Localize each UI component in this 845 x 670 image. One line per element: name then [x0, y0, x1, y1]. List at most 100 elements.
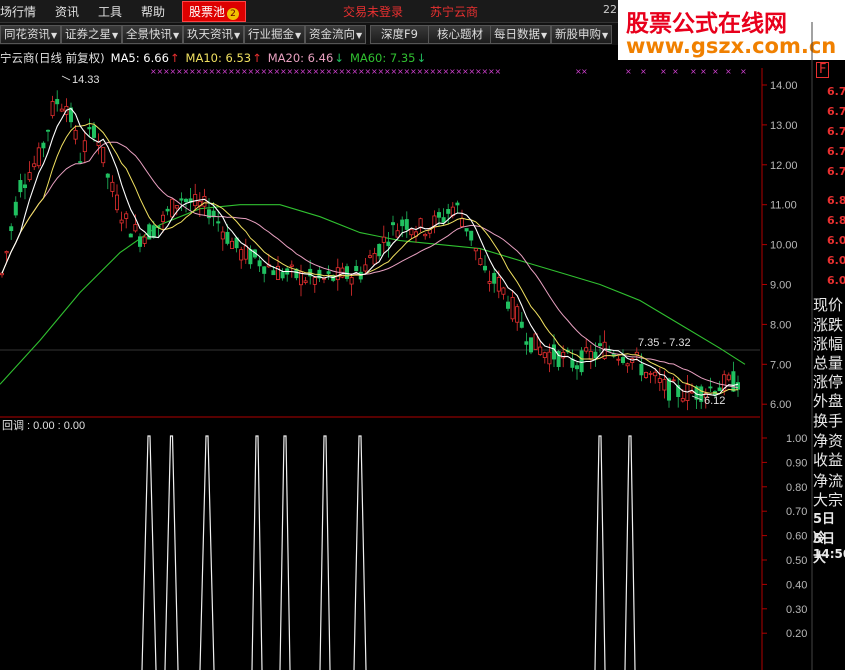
rp-label-net-asset: 净资: [813, 432, 844, 450]
rp-label-limit: 涨停: [813, 373, 844, 391]
rp-corner[interactable]: F: [816, 62, 830, 78]
price-tick-label: 9.00: [770, 280, 791, 292]
signal-marker: ×: [740, 67, 747, 76]
candle-body: [538, 346, 543, 355]
candle-body: [55, 98, 60, 105]
candle-body: [473, 248, 478, 252]
rp-price-3: 6.7: [827, 145, 845, 158]
indicator-tick-label: 0.80: [786, 482, 807, 494]
candle-body: [575, 365, 580, 370]
candle-body: [128, 233, 133, 238]
candle-body: [529, 337, 534, 353]
indicator-spikes: [141, 435, 636, 670]
price-tick-label: 7.00: [770, 359, 791, 371]
rp-price-7: 6.0: [827, 234, 845, 247]
candle-body: [625, 363, 630, 367]
candle-body: [731, 371, 736, 392]
chart-canvas[interactable]: × × × × × × × × × × × × × × × × × × × × × × × × × × × × × × × × × × × × × × × ×…: [0, 0, 845, 670]
candle-body: [0, 272, 4, 276]
candle-body: [248, 249, 253, 265]
candle-body: [280, 271, 285, 279]
candle-body: [367, 255, 372, 258]
ma10-path: [1, 122, 739, 395]
candle-body: [404, 219, 409, 230]
candle-body: [372, 252, 377, 265]
indicator-spike: [624, 435, 636, 670]
candle-body: [395, 230, 400, 238]
indicator-spike: [594, 435, 606, 670]
indicator-tick-label: 1.00: [786, 433, 807, 445]
candle-body: [482, 265, 487, 271]
candle-body: [464, 228, 469, 232]
rp-price-8: 6.0: [827, 254, 845, 267]
candle-body: [160, 214, 165, 222]
candle-body: [381, 236, 386, 243]
rp-label-now: 现价: [813, 296, 844, 314]
candle-body: [436, 212, 441, 218]
candle-body: [533, 333, 538, 350]
candle-body: [662, 379, 667, 391]
candles: [0, 90, 741, 411]
candle-body: [9, 226, 14, 231]
rp-price-5: 6.8: [827, 194, 845, 207]
candle-body: [78, 161, 83, 163]
indicator-spike: [164, 435, 179, 670]
candle-body: [363, 264, 368, 272]
candle-body: [648, 372, 653, 375]
candle-body: [653, 371, 658, 377]
candle-body: [289, 264, 294, 267]
candle-body: [119, 219, 124, 224]
candle-body: [303, 280, 308, 283]
candle-body: [496, 276, 501, 292]
candle-body: [400, 219, 405, 227]
candle-body: [18, 180, 23, 193]
signal-marker: ×: [660, 67, 667, 76]
candle-body: [418, 218, 423, 229]
rp-label-netflow: 净流: [813, 472, 844, 490]
signal-marker: ×: [495, 67, 502, 76]
price-tick-label: 13.00: [770, 120, 798, 132]
price-tick-label: 11.00: [770, 200, 797, 212]
signal-marker: ×: [690, 67, 697, 76]
rp-label-outer: 外盘: [813, 392, 844, 410]
candle-body: [478, 258, 483, 266]
candle-body: [492, 272, 497, 284]
ma10-line: [1, 122, 739, 395]
candle-body: [229, 240, 234, 249]
candle-body: [524, 341, 529, 345]
candle-body: [639, 363, 644, 376]
band-annotation: 7.35 - 7.32: [638, 337, 691, 349]
indicator-label: 回调 : 0.00 : 0.00: [2, 419, 85, 432]
candle-body: [390, 222, 395, 226]
candle-body: [110, 181, 115, 192]
candle-body: [469, 230, 474, 241]
indicator-tick-label: 0.20: [786, 628, 807, 640]
candle-body: [243, 245, 248, 260]
rp-price-9: 6.0: [827, 274, 845, 287]
candle-body: [680, 398, 685, 402]
candle-body: [335, 267, 340, 281]
rp-price-1: 6.7: [827, 105, 845, 118]
candle-body: [262, 266, 267, 274]
candle-body: [92, 125, 97, 138]
candle-body: [349, 277, 354, 285]
rp-label-volume: 总量: [813, 354, 844, 372]
candle-body: [616, 358, 621, 361]
candle-body: [202, 196, 207, 207]
indicator-spike: [353, 435, 367, 670]
candle-body: [515, 306, 520, 323]
signal-markers: × × × × × × × × × × × × × × × × × × × × × × × × × × × × × × × × × × × × × × × ×…: [150, 67, 747, 76]
candle-body: [671, 379, 676, 382]
price-tick-label: 6.00: [770, 399, 791, 411]
rp-price-0: 6.7: [827, 85, 845, 98]
candle-body: [239, 249, 244, 261]
candle-body: [27, 172, 32, 181]
rp-label-change: 涨跌: [813, 316, 844, 334]
candle-body: [183, 198, 188, 203]
candle-body: [142, 236, 147, 244]
candle-body: [220, 231, 225, 240]
indicator-tick-label: 0.40: [786, 579, 807, 591]
indicator-tick-label: 0.70: [786, 506, 807, 518]
rp-label-turnover: 换手: [813, 412, 844, 430]
candle-body: [115, 194, 120, 211]
